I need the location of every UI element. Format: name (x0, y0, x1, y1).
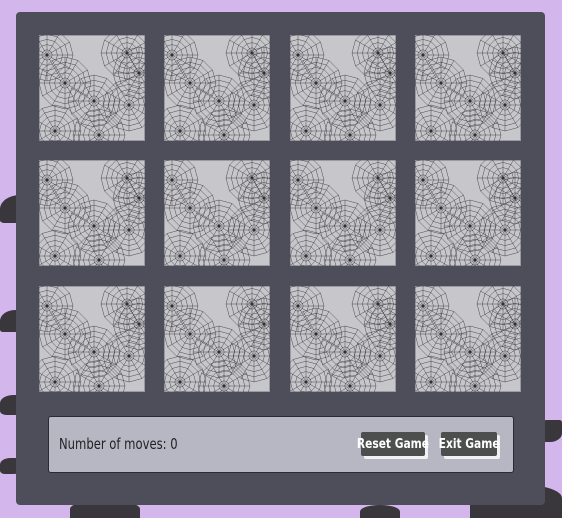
spiderweb-pattern (164, 286, 270, 392)
memory-card[interactable] (164, 286, 270, 392)
memory-card[interactable] (290, 160, 396, 266)
spiderweb-pattern (39, 286, 145, 392)
moves-counter: Number of moves: 0 (59, 435, 178, 453)
spiderweb-pattern (415, 35, 521, 141)
memory-card[interactable] (415, 286, 521, 392)
memory-card[interactable] (415, 35, 521, 141)
status-panel: Number of moves: 0 Reset Game Exit Game (48, 416, 514, 473)
spiderweb-pattern (39, 35, 145, 141)
spiderweb-pattern (290, 286, 396, 392)
reset-game-label: Reset Game (356, 436, 430, 452)
exit-game-label: Exit Game (438, 436, 500, 452)
memory-card[interactable] (290, 35, 396, 141)
memory-card[interactable] (39, 35, 145, 141)
memory-card[interactable] (164, 160, 270, 266)
game-board: Number of moves: 0 Reset Game Exit Game (16, 12, 545, 505)
exit-game-button[interactable]: Exit Game (438, 432, 500, 456)
memory-card[interactable] (39, 160, 145, 266)
reset-game-button[interactable]: Reset Game (357, 432, 429, 456)
spiderweb-pattern (415, 286, 521, 392)
memory-card[interactable] (415, 160, 521, 266)
spiderweb-pattern (39, 160, 145, 266)
spiderweb-pattern (290, 160, 396, 266)
spiderweb-pattern (290, 35, 396, 141)
memory-card[interactable] (39, 286, 145, 392)
memory-card[interactable] (164, 35, 270, 141)
spiderweb-pattern (164, 160, 270, 266)
bat-silhouette (360, 505, 400, 518)
spiderweb-pattern (415, 160, 521, 266)
spiderweb-pattern (164, 35, 270, 141)
memory-card[interactable] (290, 286, 396, 392)
